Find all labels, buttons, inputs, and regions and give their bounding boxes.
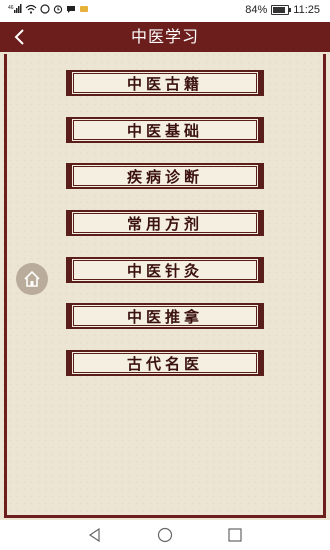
home-circle-icon bbox=[157, 527, 173, 543]
menu-button-famous-doctors[interactable]: 古代名医 bbox=[66, 350, 264, 376]
menu-button-acupuncture[interactable]: 中医针灸 bbox=[66, 257, 264, 283]
floating-home-button[interactable] bbox=[16, 263, 48, 295]
menu-button-fundamentals[interactable]: 中医基础 bbox=[66, 117, 264, 143]
menu-button-prescriptions[interactable]: 常用方剂 bbox=[66, 210, 264, 236]
nav-back-button[interactable] bbox=[87, 527, 103, 543]
battery-percent: 84% bbox=[245, 4, 268, 16]
status-left: 46 bbox=[8, 4, 89, 17]
notification-icon bbox=[40, 4, 50, 17]
signal-icon: 46 bbox=[8, 4, 22, 17]
status-bar: 46 84% 11:25 bbox=[0, 0, 330, 22]
system-nav-bar bbox=[0, 520, 330, 550]
page-title: 中医学习 bbox=[130, 27, 199, 46]
back-triangle-icon bbox=[88, 527, 100, 543]
home-icon bbox=[24, 270, 40, 287]
message-icon bbox=[66, 4, 76, 17]
alarm-icon bbox=[53, 4, 63, 17]
menu-button-massage[interactable]: 中医推拿 bbox=[66, 303, 264, 329]
nav-recents-button[interactable] bbox=[227, 527, 243, 543]
status-right: 84% 11:25 bbox=[245, 4, 320, 16]
wifi-icon bbox=[25, 4, 37, 17]
signal-label: 46 bbox=[8, 5, 14, 11]
app-header: 中医学习 bbox=[0, 22, 330, 52]
clock-time: 11:25 bbox=[293, 4, 320, 16]
nav-home-button[interactable] bbox=[157, 527, 173, 543]
menu-button-diagnosis[interactable]: 疾病诊断 bbox=[66, 163, 264, 189]
battery-icon bbox=[271, 5, 292, 15]
recents-square-icon bbox=[228, 528, 242, 542]
menu-button-classics[interactable]: 中医古籍 bbox=[66, 70, 264, 96]
vibrate-icon bbox=[79, 4, 89, 17]
